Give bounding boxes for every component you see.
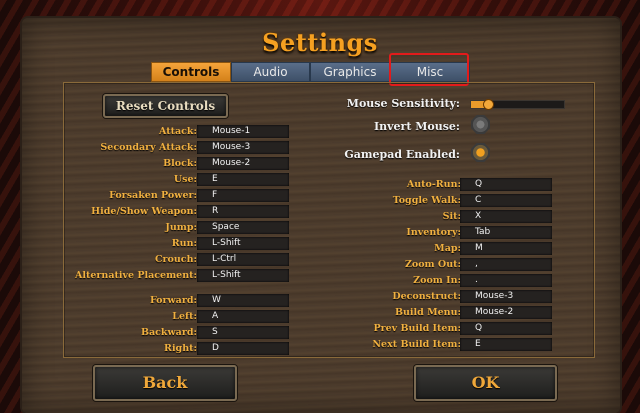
keybind-action-label: Backward:: [140, 327, 197, 338]
keybind-key-field[interactable]: A: [197, 310, 289, 323]
keybind-key-field[interactable]: Mouse-1: [197, 125, 289, 138]
keybind-action-label: Next Build Item:: [372, 339, 461, 350]
invert-mouse-label: Invert Mouse:: [373, 120, 460, 133]
keybind-action-label: Inventory:: [406, 227, 461, 238]
keybind-action-label: Use:: [173, 174, 197, 185]
keybind-key-field[interactable]: ,: [460, 258, 552, 271]
keybind-action-label: Auto-Run:: [406, 179, 461, 190]
keybind-key-field[interactable]: S: [197, 326, 289, 339]
invert-mouse-checkbox[interactable]: [471, 115, 490, 134]
keybind-action-label: Left:: [172, 311, 197, 322]
page-title: Settings: [262, 28, 378, 57]
keybind-action-label: Deconstruct:: [392, 291, 461, 302]
keybind-key-field[interactable]: Mouse-2: [460, 306, 552, 319]
keybind-key-field[interactable]: C: [460, 194, 552, 207]
keybind-key-field[interactable]: .: [460, 274, 552, 287]
keybind-key-field[interactable]: L-Shift: [197, 269, 289, 282]
mouse-sensitivity-label: Mouse Sensitivity:: [346, 97, 460, 110]
ok-button[interactable]: OK: [414, 365, 557, 401]
keybind-action-label: Sit:: [442, 211, 461, 222]
keybind-key-field[interactable]: Mouse-3: [197, 141, 289, 154]
tab-audio[interactable]: Audio: [231, 62, 310, 82]
keybind-action-label: Block:: [163, 158, 197, 169]
gamepad-enabled-label: Gamepad Enabled:: [344, 148, 460, 161]
keybind-action-label: Run:: [171, 238, 197, 249]
reset-controls-button[interactable]: Reset Controls: [103, 94, 228, 118]
keybind-key-field[interactable]: E: [197, 173, 289, 186]
keybind-key-field[interactable]: L-Shift: [197, 237, 289, 250]
mouse-sensitivity-slider[interactable]: [470, 99, 565, 110]
keybind-action-label: Hide/Show Weapon:: [91, 206, 197, 217]
keybind-key-field[interactable]: R: [197, 205, 289, 218]
keybind-action-label: Alternative Placement:: [75, 270, 197, 281]
gamepad-enabled-checkbox[interactable]: [471, 143, 490, 162]
keybind-key-field[interactable]: E: [460, 338, 552, 351]
keybind-action-label: Jump:: [165, 222, 197, 233]
tab-graphics[interactable]: Graphics: [310, 62, 390, 82]
keybind-key-field[interactable]: Q: [460, 322, 552, 335]
keybind-action-label: Right:: [164, 343, 197, 354]
keybind-action-label: Forward:: [149, 295, 197, 306]
keybind-key-field[interactable]: X: [460, 210, 552, 223]
keybind-key-field[interactable]: Mouse-3: [460, 290, 552, 303]
back-button[interactable]: Back: [93, 365, 237, 401]
keybind-action-label: Attack:: [158, 126, 197, 137]
keybind-action-label: Prev Build Item:: [373, 323, 461, 334]
keybind-action-label: Secondary Attack:: [100, 142, 197, 153]
keybind-key-field[interactable]: M: [460, 242, 552, 255]
keybind-key-field[interactable]: W: [197, 294, 289, 307]
slider-handle[interactable]: [482, 99, 494, 110]
keybind-action-label: Forsaken Power:: [109, 190, 197, 201]
tab-controls[interactable]: Controls: [151, 62, 231, 82]
keybind-action-label: Build Menu:: [395, 307, 461, 318]
keybind-key-field[interactable]: Q: [460, 178, 552, 191]
keybind-key-field[interactable]: Mouse-2: [197, 157, 289, 170]
keybind-action-label: Map:: [434, 243, 461, 254]
keybind-key-field[interactable]: L-Ctrl: [197, 253, 289, 266]
keybind-action-label: Zoom In:: [413, 275, 461, 286]
keybind-action-label: Toggle Walk:: [392, 195, 461, 206]
keybind-action-label: Zoom Out:: [404, 259, 461, 270]
keybind-key-field[interactable]: Space: [197, 221, 289, 234]
keybind-action-label: Crouch:: [154, 254, 197, 265]
keybind-key-field[interactable]: F: [197, 189, 289, 202]
keybind-key-field[interactable]: Tab: [460, 226, 552, 239]
keybind-key-field[interactable]: D: [197, 342, 289, 355]
